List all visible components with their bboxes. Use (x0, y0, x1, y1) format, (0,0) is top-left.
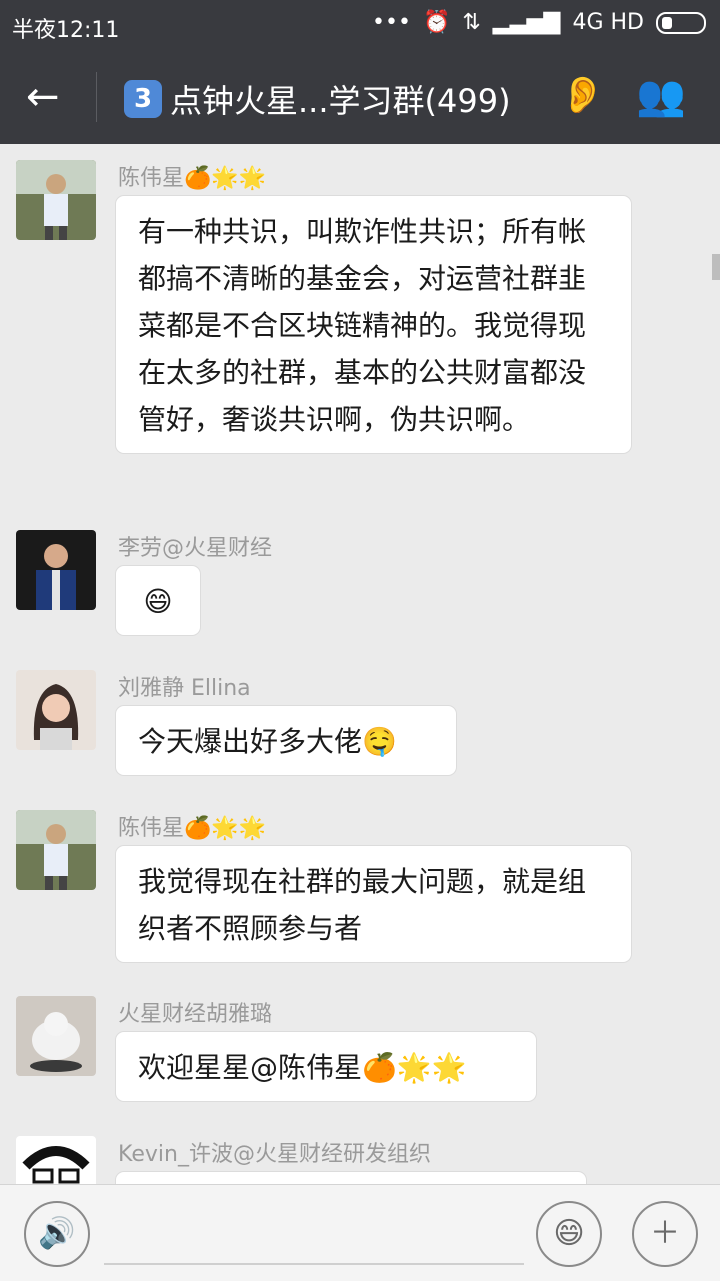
sender-name: 火星财经胡雅璐 (118, 1002, 273, 1027)
chat-title: 点钟火星...学习群(499) (170, 82, 511, 120)
sender-name: 陈伟星🍊🌟🌟 (118, 166, 267, 191)
chat-area[interactable]: 陈伟星🍊🌟🌟 有一种共识，叫欺诈性共识；所有帐都搞不清晰的基金会，对运营社群韭菜… (0, 144, 720, 1184)
avatar[interactable] (16, 160, 96, 240)
group-members-icon[interactable]: 👥 (636, 72, 686, 119)
status-bar: 半夜12:11 ••• ⏰ ⇅ ▂▃▅▇ 4G HD (0, 0, 720, 50)
message-input[interactable] (104, 1263, 524, 1265)
alarm-icon: ⏰ (422, 10, 451, 35)
input-bar: 🔊 😄 ＋ (0, 1184, 720, 1281)
group-number-badge: 3 (124, 80, 162, 118)
chat-header: ← 3 点钟火星...学习群(499) 👂 👥 (0, 50, 720, 144)
avatar[interactable] (16, 1136, 96, 1184)
voice-toggle-icon[interactable]: 🔊 (24, 1201, 90, 1267)
sender-name: 李劳@火星财经 (118, 536, 273, 561)
network-label: 4G HD (572, 10, 644, 35)
emoji-icon[interactable]: 😄 (536, 1201, 602, 1267)
status-icons: ••• ⏰ ⇅ ▂▃▅▇ 4G HD (372, 10, 706, 35)
message-bubble[interactable] (116, 1172, 586, 1184)
message-bubble[interactable]: 欢迎星星@陈伟星🍊🌟🌟 (116, 1032, 536, 1101)
avatar[interactable] (16, 670, 96, 750)
earpiece-mode-icon[interactable]: 👂 (560, 74, 605, 116)
sender-name: 陈伟星🍊🌟🌟 (118, 816, 267, 841)
battery-icon (656, 11, 706, 34)
message-bubble[interactable]: 😄 (116, 566, 200, 635)
more-dots-icon: ••• (372, 10, 411, 35)
avatar[interactable] (16, 810, 96, 890)
header-divider (96, 72, 97, 122)
back-arrow-icon[interactable]: ← (26, 74, 60, 120)
plus-icon[interactable]: ＋ (632, 1201, 698, 1267)
sender-name: Kevin_许波@火星财经研发组织 (118, 1142, 431, 1167)
message-bubble[interactable]: 我觉得现在社群的最大问题，就是组织者不照顾参与者 (116, 846, 631, 962)
avatar[interactable] (16, 996, 96, 1076)
message-bubble[interactable]: 今天爆出好多大佬🤤 (116, 706, 456, 775)
message-bubble[interactable]: 有一种共识，叫欺诈性共识；所有帐都搞不清晰的基金会，对运营社群韭菜都是不合区块链… (116, 196, 631, 453)
status-time: 半夜12:11 (12, 18, 120, 43)
signal-icon: ▂▃▅▇ (492, 10, 561, 35)
data-arrows-icon: ⇅ (462, 10, 481, 35)
avatar[interactable] (16, 530, 96, 610)
sender-name: 刘雅静 Ellina (118, 676, 251, 701)
